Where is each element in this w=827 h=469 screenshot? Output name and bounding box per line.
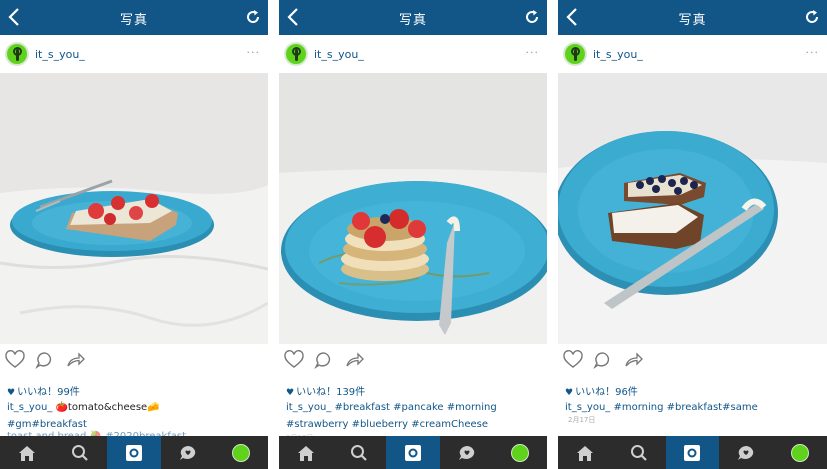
post-date: 2月17日: [568, 416, 596, 424]
tab-home[interactable]: [0, 436, 54, 469]
post-photo[interactable]: [279, 73, 547, 344]
comment-bubble-icon[interactable]: [313, 349, 335, 371]
search-icon: [72, 444, 89, 461]
tab-home[interactable]: [558, 436, 612, 469]
heart-filled-icon: ♥: [286, 388, 295, 398]
top-bar: 写真: [0, 0, 268, 35]
post-actions: [279, 349, 547, 373]
tab-activity[interactable]: [440, 436, 494, 469]
tab-camera[interactable]: [386, 436, 440, 469]
refresh-icon[interactable]: [524, 9, 540, 25]
caption-text: 🍅tomato&cheese🧀: [55, 402, 160, 413]
caption: it_s_you_ #breakfast #pancake #morning #…: [286, 399, 544, 433]
heart-outline-icon[interactable]: [4, 349, 26, 371]
tab-camera[interactable]: [107, 436, 161, 469]
heart-filled-icon: ♥: [7, 388, 16, 398]
caption-username[interactable]: it_s_you_: [7, 402, 52, 413]
caption-username[interactable]: it_s_you_: [286, 402, 331, 413]
post-photo[interactable]: [0, 73, 268, 344]
home-icon: [297, 445, 314, 461]
avatar[interactable]: [5, 42, 29, 66]
search-icon: [630, 444, 647, 461]
tab-activity[interactable]: [719, 436, 773, 469]
tab-search[interactable]: [612, 436, 666, 469]
profile-avatar-icon: [791, 443, 810, 462]
tab-profile[interactable]: [773, 436, 827, 469]
activity-bubble-icon: [458, 445, 474, 460]
likes-count[interactable]: ♥ いいね！99件: [7, 383, 80, 398]
bottom-tab-bar: [558, 436, 827, 469]
post-panel-3: 写真 it_s_you_ ··· ♥ いいね！96件 it_s_you_ #mo…: [558, 0, 827, 469]
top-bar: 写真: [279, 0, 547, 35]
refresh-icon[interactable]: [245, 9, 261, 25]
more-options-icon[interactable]: ···: [526, 46, 540, 59]
home-icon: [18, 445, 35, 461]
share-arrow-icon[interactable]: [343, 349, 365, 371]
tab-activity[interactable]: [161, 436, 215, 469]
post-panel-2: 写真 it_s_you_ ··· ♥ いいね！139件 it_s_you_ #b…: [279, 0, 547, 469]
caption-hashtags[interactable]: #breakfast #pancake #morning: [334, 402, 496, 413]
likes-count[interactable]: ♥ いいね！139件: [286, 383, 365, 398]
camera-icon: [404, 444, 421, 461]
avatar[interactable]: [284, 42, 308, 66]
comment-bubble-icon[interactable]: [592, 349, 614, 371]
caption-hashtags[interactable]: #morning #breakfast#same: [613, 402, 757, 413]
page-title: 写真: [398, 13, 427, 28]
caption: it_s_you_ #morning #breakfast#same: [565, 399, 823, 416]
tab-search[interactable]: [333, 436, 387, 469]
heart-outline-icon[interactable]: [283, 349, 305, 371]
post-panel-1: 写真 it_s_you_ ··· ♥ いいね！99件 it_s_you_ 🍅to…: [0, 0, 268, 469]
post-photo[interactable]: [558, 73, 827, 344]
refresh-icon[interactable]: [804, 9, 820, 25]
top-bar: 写真: [558, 0, 827, 35]
post-header: it_s_you_ ···: [0, 35, 268, 73]
activity-bubble-icon: [179, 445, 195, 460]
heart-filled-icon: ♥: [565, 388, 574, 398]
search-icon: [351, 444, 368, 461]
page-title: 写真: [119, 13, 148, 28]
username[interactable]: it_s_you_: [593, 48, 643, 61]
heart-outline-icon[interactable]: [562, 349, 584, 371]
home-icon: [576, 445, 593, 461]
tab-profile[interactable]: [493, 436, 547, 469]
more-options-icon[interactable]: ···: [247, 46, 261, 59]
likes-count[interactable]: ♥ いいね！96件: [565, 383, 638, 398]
bottom-tab-bar: [279, 436, 547, 469]
profile-avatar-icon: [232, 443, 251, 462]
more-options-icon[interactable]: ···: [806, 46, 820, 59]
post-header: it_s_you_ ···: [279, 35, 547, 73]
post-actions: [558, 349, 827, 373]
page-title: 写真: [678, 13, 707, 28]
username[interactable]: it_s_you_: [35, 48, 85, 61]
post-actions: [0, 349, 268, 373]
caption-hashtags-2[interactable]: #strawberry #blueberry #creamCheese: [286, 416, 544, 433]
bottom-tab-bar: [0, 436, 268, 469]
camera-icon: [125, 444, 142, 461]
comment-bubble-icon[interactable]: [34, 349, 56, 371]
share-arrow-icon[interactable]: [622, 349, 644, 371]
avatar[interactable]: [563, 42, 587, 66]
caption-username[interactable]: it_s_you_: [565, 402, 610, 413]
post-header: it_s_you_ ···: [558, 35, 827, 73]
tab-camera[interactable]: [665, 436, 720, 469]
profile-avatar-icon: [511, 443, 530, 462]
tab-profile[interactable]: [214, 436, 268, 469]
username[interactable]: it_s_you_: [314, 48, 364, 61]
tab-home[interactable]: [279, 436, 333, 469]
share-arrow-icon[interactable]: [64, 349, 86, 371]
camera-icon: [684, 444, 701, 461]
activity-bubble-icon: [738, 445, 754, 460]
tab-search[interactable]: [54, 436, 108, 469]
caption: it_s_you_ 🍅tomato&cheese🧀 #gm#breakfast: [7, 399, 265, 433]
